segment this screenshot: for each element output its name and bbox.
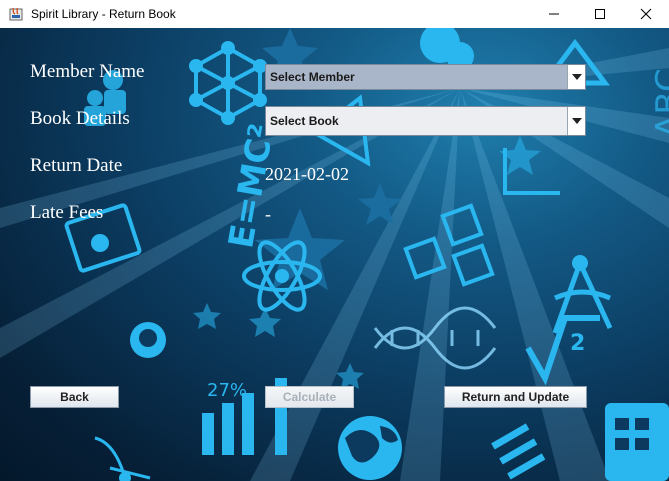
- return-book-window: Spirit Library - Return Book E=MC² ABC 2…: [0, 0, 669, 481]
- member-select-value: Select Member: [270, 70, 355, 84]
- book-select-value: Select Book: [270, 114, 339, 128]
- java-app-icon: [9, 7, 23, 21]
- window-title: Spirit Library - Return Book: [31, 7, 176, 21]
- chevron-down-icon: [571, 74, 582, 80]
- minimize-icon: [549, 13, 559, 15]
- sqrt-two-label: 2: [570, 331, 585, 356]
- background-artwork: E=MC² ABC 2 27%: [0, 28, 669, 481]
- list-icon: [491, 423, 546, 480]
- brain-head-icon: [130, 322, 166, 358]
- book-select-arrow[interactable]: [567, 107, 585, 135]
- calculate-button[interactable]: Calculate: [265, 386, 354, 408]
- late-fees-value: -: [265, 204, 271, 224]
- member-select[interactable]: Select Member: [265, 64, 586, 90]
- maximize-icon: [595, 9, 605, 19]
- book-select[interactable]: Select Book: [265, 106, 586, 136]
- globe-icon: [338, 416, 402, 480]
- form-panel: E=MC² ABC 2 27% Member Name Book Details…: [0, 28, 669, 481]
- book-details-label: Book Details: [30, 108, 130, 129]
- minimize-button[interactable]: [531, 0, 577, 28]
- back-button[interactable]: Back: [30, 386, 119, 408]
- close-button[interactable]: [623, 0, 669, 28]
- member-name-label: Member Name: [30, 61, 145, 82]
- percent-decoration: 27%: [207, 380, 247, 401]
- return-date-value: 2021-02-02: [265, 164, 349, 184]
- close-icon: [640, 8, 652, 20]
- abc-decoration: ABC: [649, 68, 669, 138]
- network-icon: [94, 436, 151, 480]
- late-fees-label: Late Fees: [30, 202, 104, 223]
- chevron-down-icon: [571, 118, 582, 124]
- return-date-label: Return Date: [30, 155, 123, 176]
- maximize-button[interactable]: [577, 0, 623, 28]
- title-bar: Spirit Library - Return Book: [0, 0, 669, 28]
- member-select-arrow[interactable]: [567, 65, 585, 89]
- return-and-update-button[interactable]: Return and Update: [444, 386, 587, 408]
